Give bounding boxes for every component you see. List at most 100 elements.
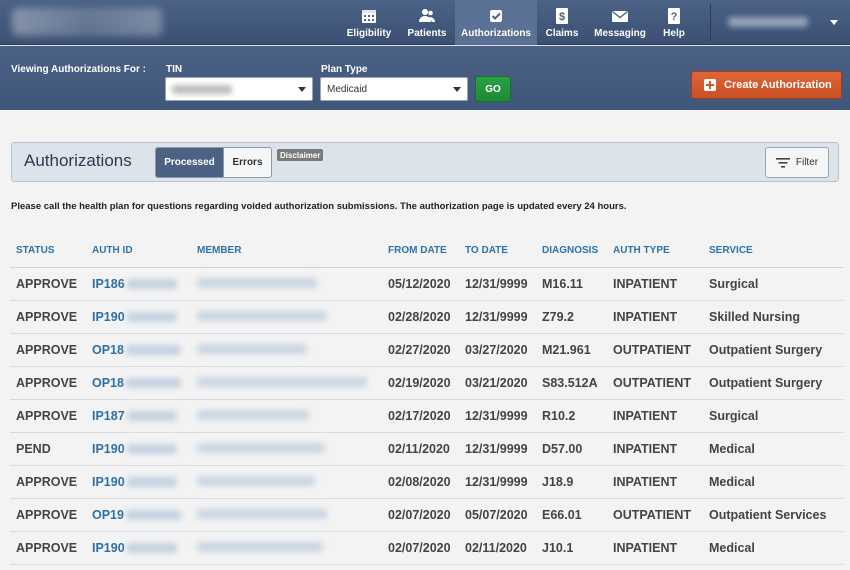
to-date-cell: 12/31/9999 [459,399,536,433]
column-header[interactable]: FROM DATE [382,235,459,268]
column-header[interactable]: AUTH TYPE [607,235,703,268]
redacted-auth-id [126,443,177,454]
page-title: Authorizations [24,151,132,170]
service-cell: Surgical [703,399,843,433]
create-authorization-button[interactable]: Create Authorization [691,71,842,99]
column-header[interactable]: DIAGNOSIS [536,235,607,268]
to-date-cell: 03/27/2020 [459,333,536,367]
to-date-cell: 12/31/9999 [459,300,536,334]
status-cell: APPROVE [10,267,86,301]
auth-id-prefix: OP19 [92,507,124,522]
auth-id-link[interactable]: IP190 [86,432,191,466]
tab-errors[interactable]: Errors [224,147,272,178]
service-cell: Outpatient Services [703,498,843,532]
diagnosis-cell: D57.00 [536,432,607,466]
status-cell: APPROVE [10,531,86,565]
auth-id-link[interactable]: OP19 [86,498,191,532]
calendar-icon [362,10,376,23]
status-cell: APPROVE [10,399,86,433]
table-row[interactable]: APPROVE OP18 02/19/2020 03/21/2020 S83.5… [10,366,843,400]
table-row[interactable]: APPROVE IP190 02/07/2020 02/11/2020 J10.… [10,531,843,565]
table-row[interactable]: PEND IP190 02/11/2020 12/31/9999 D57.00 … [10,432,843,466]
auth-type-cell: INPATIENT [607,531,703,565]
member-cell [191,366,382,400]
auth-type-cell: INPATIENT [607,267,703,301]
plan-type-label: Plan Type [321,64,368,75]
update-notice: Please call the health plan for question… [11,201,627,212]
auth-id-link[interactable]: IP187 [86,399,191,433]
auth-type-cell: OUTPATIENT [607,333,703,367]
tin-select[interactable] [165,77,313,101]
auth-id-link[interactable]: IP190 [86,531,191,565]
redacted-auth-id [125,509,181,520]
table-row[interactable]: APPROVE IP190 02/08/2020 12/31/9999 J18.… [10,465,843,499]
envelope-icon [612,10,628,22]
nav-eligibility[interactable]: Eligibility [340,0,398,45]
logo[interactable] [12,8,162,36]
status-cell: APPROVE [10,498,86,532]
disclaimer-badge[interactable]: Disclaimer [277,149,324,161]
diagnosis-cell: Z79.2 [536,300,607,334]
redacted-member [197,343,307,354]
nav-claims[interactable]: $ Claims [540,0,584,45]
auth-id-link[interactable]: OP18 [86,333,191,367]
redacted-auth-id [126,410,177,421]
user-menu[interactable] [728,14,838,30]
nav-help[interactable]: ? Help [658,0,690,45]
plan-type-select[interactable]: Medicaid [320,77,468,101]
service-cell: Medical [703,531,843,565]
nav-messaging[interactable]: Messaging [592,0,648,45]
filter-icon [775,157,790,168]
nav-label: Eligibility [346,28,392,39]
column-header[interactable]: AUTH ID [86,235,191,268]
redacted-auth-id [126,542,177,553]
to-date-cell: 12/31/9999 [459,267,536,301]
column-header[interactable]: TO DATE [459,235,536,268]
redacted-member [197,442,325,453]
table-row[interactable]: APPROVE IP187 02/17/2020 12/31/9999 R10.… [10,399,843,433]
member-cell [191,432,382,466]
redacted-auth-id [126,476,177,487]
go-button[interactable]: GO [475,76,511,102]
auth-type-cell: INPATIENT [607,399,703,433]
service-cell: Outpatient Surgery [703,366,843,400]
table-row[interactable]: APPROVE OP19 02/07/2020 05/07/2020 E66.0… [10,498,843,532]
diagnosis-cell: M21.961 [536,333,607,367]
tin-label: TIN [166,64,183,75]
auth-id-link[interactable]: IP190 [86,300,191,334]
from-date-cell: 02/27/2020 [382,333,459,367]
member-cell [191,531,382,565]
status-cell: APPROVE [10,333,86,367]
member-cell [191,498,382,532]
diagnosis-cell: R10.2 [536,399,607,433]
tab-processed[interactable]: Processed [155,147,224,178]
from-date-cell: 02/08/2020 [382,465,459,499]
column-header[interactable]: SERVICE [703,235,843,268]
redacted-member [197,277,317,288]
user-name [728,17,808,27]
nav-label: Authorizations [461,28,531,39]
auth-id-link[interactable]: OP18 [86,366,191,400]
service-cell: Skilled Nursing [703,300,843,334]
column-header[interactable]: MEMBER [191,235,382,268]
viewing-label: Viewing Authorizations For : [11,64,146,75]
column-header[interactable]: STATUS [10,235,86,268]
tin-value [172,84,232,94]
table-row[interactable]: APPROVE OP18 02/27/2020 03/27/2020 M21.9… [10,333,843,367]
chevron-down-icon [453,87,461,92]
status-cell: APPROVE [10,465,86,499]
svg-text:?: ? [671,11,678,23]
member-cell [191,300,382,334]
table-row[interactable]: APPROVE IP190 02/28/2020 12/31/9999 Z79.… [10,300,843,334]
table-row[interactable]: APPROVE IP186 05/12/2020 12/31/9999 M16.… [10,267,843,301]
auth-id-link[interactable]: IP186 [86,267,191,301]
auth-id-link[interactable]: IP190 [86,465,191,499]
diagnosis-cell: J10.1 [536,531,607,565]
question-icon: ? [668,8,680,24]
nav-authorizations[interactable]: Authorizations [455,0,537,45]
redacted-member [197,475,315,486]
nav-patients[interactable]: Patients [402,0,452,45]
nav-label: Messaging [594,28,646,39]
filter-button[interactable]: Filter [765,147,829,178]
authorizations-panel-header [11,142,839,182]
